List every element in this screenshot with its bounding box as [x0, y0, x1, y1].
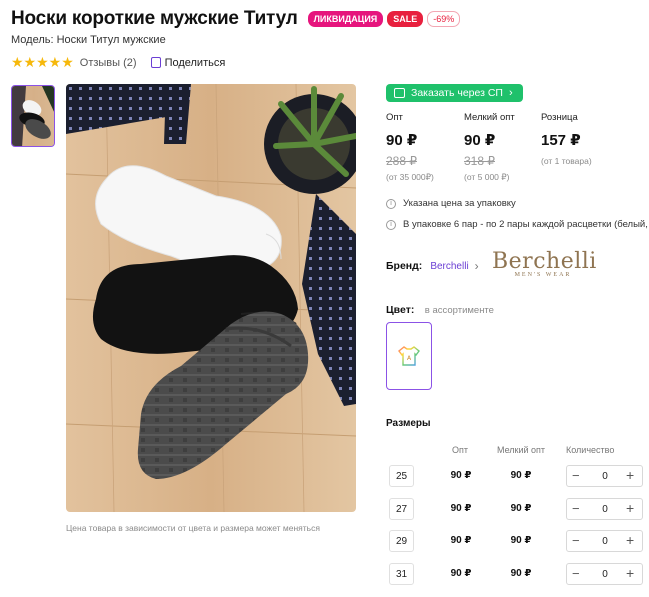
table-row: 25 90 ₽ 90 ₽ − 0 + [389, 465, 649, 487]
color-label: Цвет: [386, 304, 415, 316]
quantity-stepper: − 0 + [566, 563, 643, 585]
rating-row: ★★★★★ Отзывы (2) Поделиться [11, 54, 225, 71]
rating-stars-icon: ★★★★★ [11, 54, 74, 70]
size-label: 31 [389, 563, 414, 585]
gallery-thumbnail[interactable] [11, 85, 55, 147]
price-opt: Опт 90 ₽ 288 ₽ (от 35 000₽) [386, 112, 434, 183]
order-sp-label: Заказать через СП [411, 87, 503, 99]
info-icon: i [386, 219, 396, 230]
size-label: 25 [389, 465, 414, 487]
chevron-right-icon: › [508, 87, 513, 99]
price-label: Розница [541, 112, 578, 123]
table-row: 29 90 ₽ 90 ₽ − 0 + [389, 530, 649, 552]
price-old: 318 ₽ [464, 154, 495, 168]
info-line-pack: i Указана цена за упаковку [386, 198, 516, 209]
table-row: 31 90 ₽ 90 ₽ − 0 + [389, 563, 649, 585]
price-threshold: (от 5 000 ₽) [464, 172, 510, 182]
tshirt-rainbow-icon: A [398, 346, 420, 366]
price-threshold: (от 1 товара) [541, 156, 592, 166]
minus-icon[interactable]: − [572, 566, 580, 581]
info-text: Указана цена за упаковку [403, 198, 516, 209]
quantity-value[interactable]: 0 [597, 504, 613, 515]
plus-icon[interactable]: + [626, 532, 634, 548]
row-price-opt: 90 ₽ [450, 535, 472, 546]
row-price-small-opt: 90 ₽ [510, 503, 532, 514]
header-qty: Количество [566, 445, 615, 455]
quantity-stepper: − 0 + [566, 530, 643, 552]
plus-icon[interactable]: + [626, 467, 634, 483]
row-price-small-opt: 90 ₽ [510, 535, 532, 546]
order-sp-button[interactable]: Заказать через СП › [386, 84, 523, 102]
row-price-opt: 90 ₽ [450, 503, 472, 514]
chevron-right-icon: › [474, 259, 479, 273]
quantity-stepper: − 0 + [566, 465, 643, 487]
info-icon: i [386, 198, 396, 209]
price-label: Опт [386, 112, 403, 123]
price-small-opt: Мелкий опт 90 ₽ 318 ₽ (от 5 000 ₽) [464, 112, 515, 183]
brand-logo-name: Berchelli [492, 249, 597, 274]
quantity-value[interactable]: 0 [597, 471, 613, 482]
minus-icon[interactable]: − [572, 468, 580, 483]
thumbnail-image [12, 86, 54, 146]
quantity-stepper: − 0 + [566, 498, 643, 520]
row-price-opt: 90 ₽ [450, 568, 472, 579]
product-title: Носки короткие мужские Титул [11, 8, 298, 29]
header-small-opt: Мелкий опт [497, 445, 546, 455]
brand-logo[interactable]: Berchelli MEN'S WEAR [492, 249, 597, 286]
price-label: Мелкий опт [464, 112, 515, 123]
price-retail: Розница 157 ₽ (от 1 товара) [541, 112, 592, 166]
sizes-title: Размеры [386, 418, 431, 429]
swatch-letter: A [407, 355, 412, 362]
plus-icon[interactable]: + [626, 500, 634, 516]
share-label: Поделиться [164, 56, 226, 69]
price-current: 90 ₽ [464, 132, 496, 149]
product-photo[interactable] [66, 84, 356, 512]
price-current: 90 ₽ [386, 132, 418, 149]
minus-icon[interactable]: − [572, 533, 580, 548]
brand-row: Бренд: Berchelli › [386, 259, 479, 273]
price-note: Цена товара в зависимости от цвета и раз… [66, 523, 320, 533]
shopping-bag-icon [394, 88, 405, 98]
row-price-opt: 90 ₽ [450, 470, 472, 481]
price-threshold: (от 35 000₽) [386, 172, 434, 182]
liquidation-badge: ЛИКВИДАЦИЯ [307, 11, 384, 27]
sale-badge: SALE [387, 11, 424, 27]
header-opt: Опт [452, 445, 468, 455]
table-row: 27 90 ₽ 90 ₽ − 0 + [389, 498, 649, 520]
color-swatch-assorted[interactable]: A [386, 322, 432, 390]
share-button[interactable]: Поделиться [150, 56, 226, 69]
brand-link[interactable]: Berchelli [430, 261, 468, 272]
minus-icon[interactable]: − [572, 501, 580, 516]
price-current: 157 ₽ [541, 132, 581, 149]
row-price-small-opt: 90 ₽ [510, 568, 532, 579]
size-label: 27 [389, 498, 414, 520]
color-row: Цвет: в ассортименте [386, 300, 494, 318]
brand-label: Бренд: [386, 260, 423, 272]
quantity-value[interactable]: 0 [597, 569, 613, 580]
quantity-value[interactable]: 0 [597, 536, 613, 547]
price-old: 288 ₽ [386, 154, 417, 168]
plus-icon[interactable]: + [626, 565, 634, 581]
row-price-small-opt: 90 ₽ [510, 470, 532, 481]
info-text: В упаковке 6 пар - по 2 пары каждой расц… [403, 219, 649, 230]
color-value: в ассортименте [424, 305, 494, 316]
title-row: Носки короткие мужские Титул ЛИКВИДАЦИЯ … [11, 8, 461, 30]
reviews-link[interactable]: Отзывы (2) [80, 57, 137, 69]
info-line-contents: i В упаковке 6 пар - по 2 пары каждой ра… [386, 219, 649, 230]
size-label: 29 [389, 530, 414, 552]
product-image [66, 84, 356, 512]
share-icon [150, 57, 161, 68]
model-text: Модель: Носки Титул мужские [11, 34, 166, 46]
discount-badge: -69% [427, 11, 461, 27]
